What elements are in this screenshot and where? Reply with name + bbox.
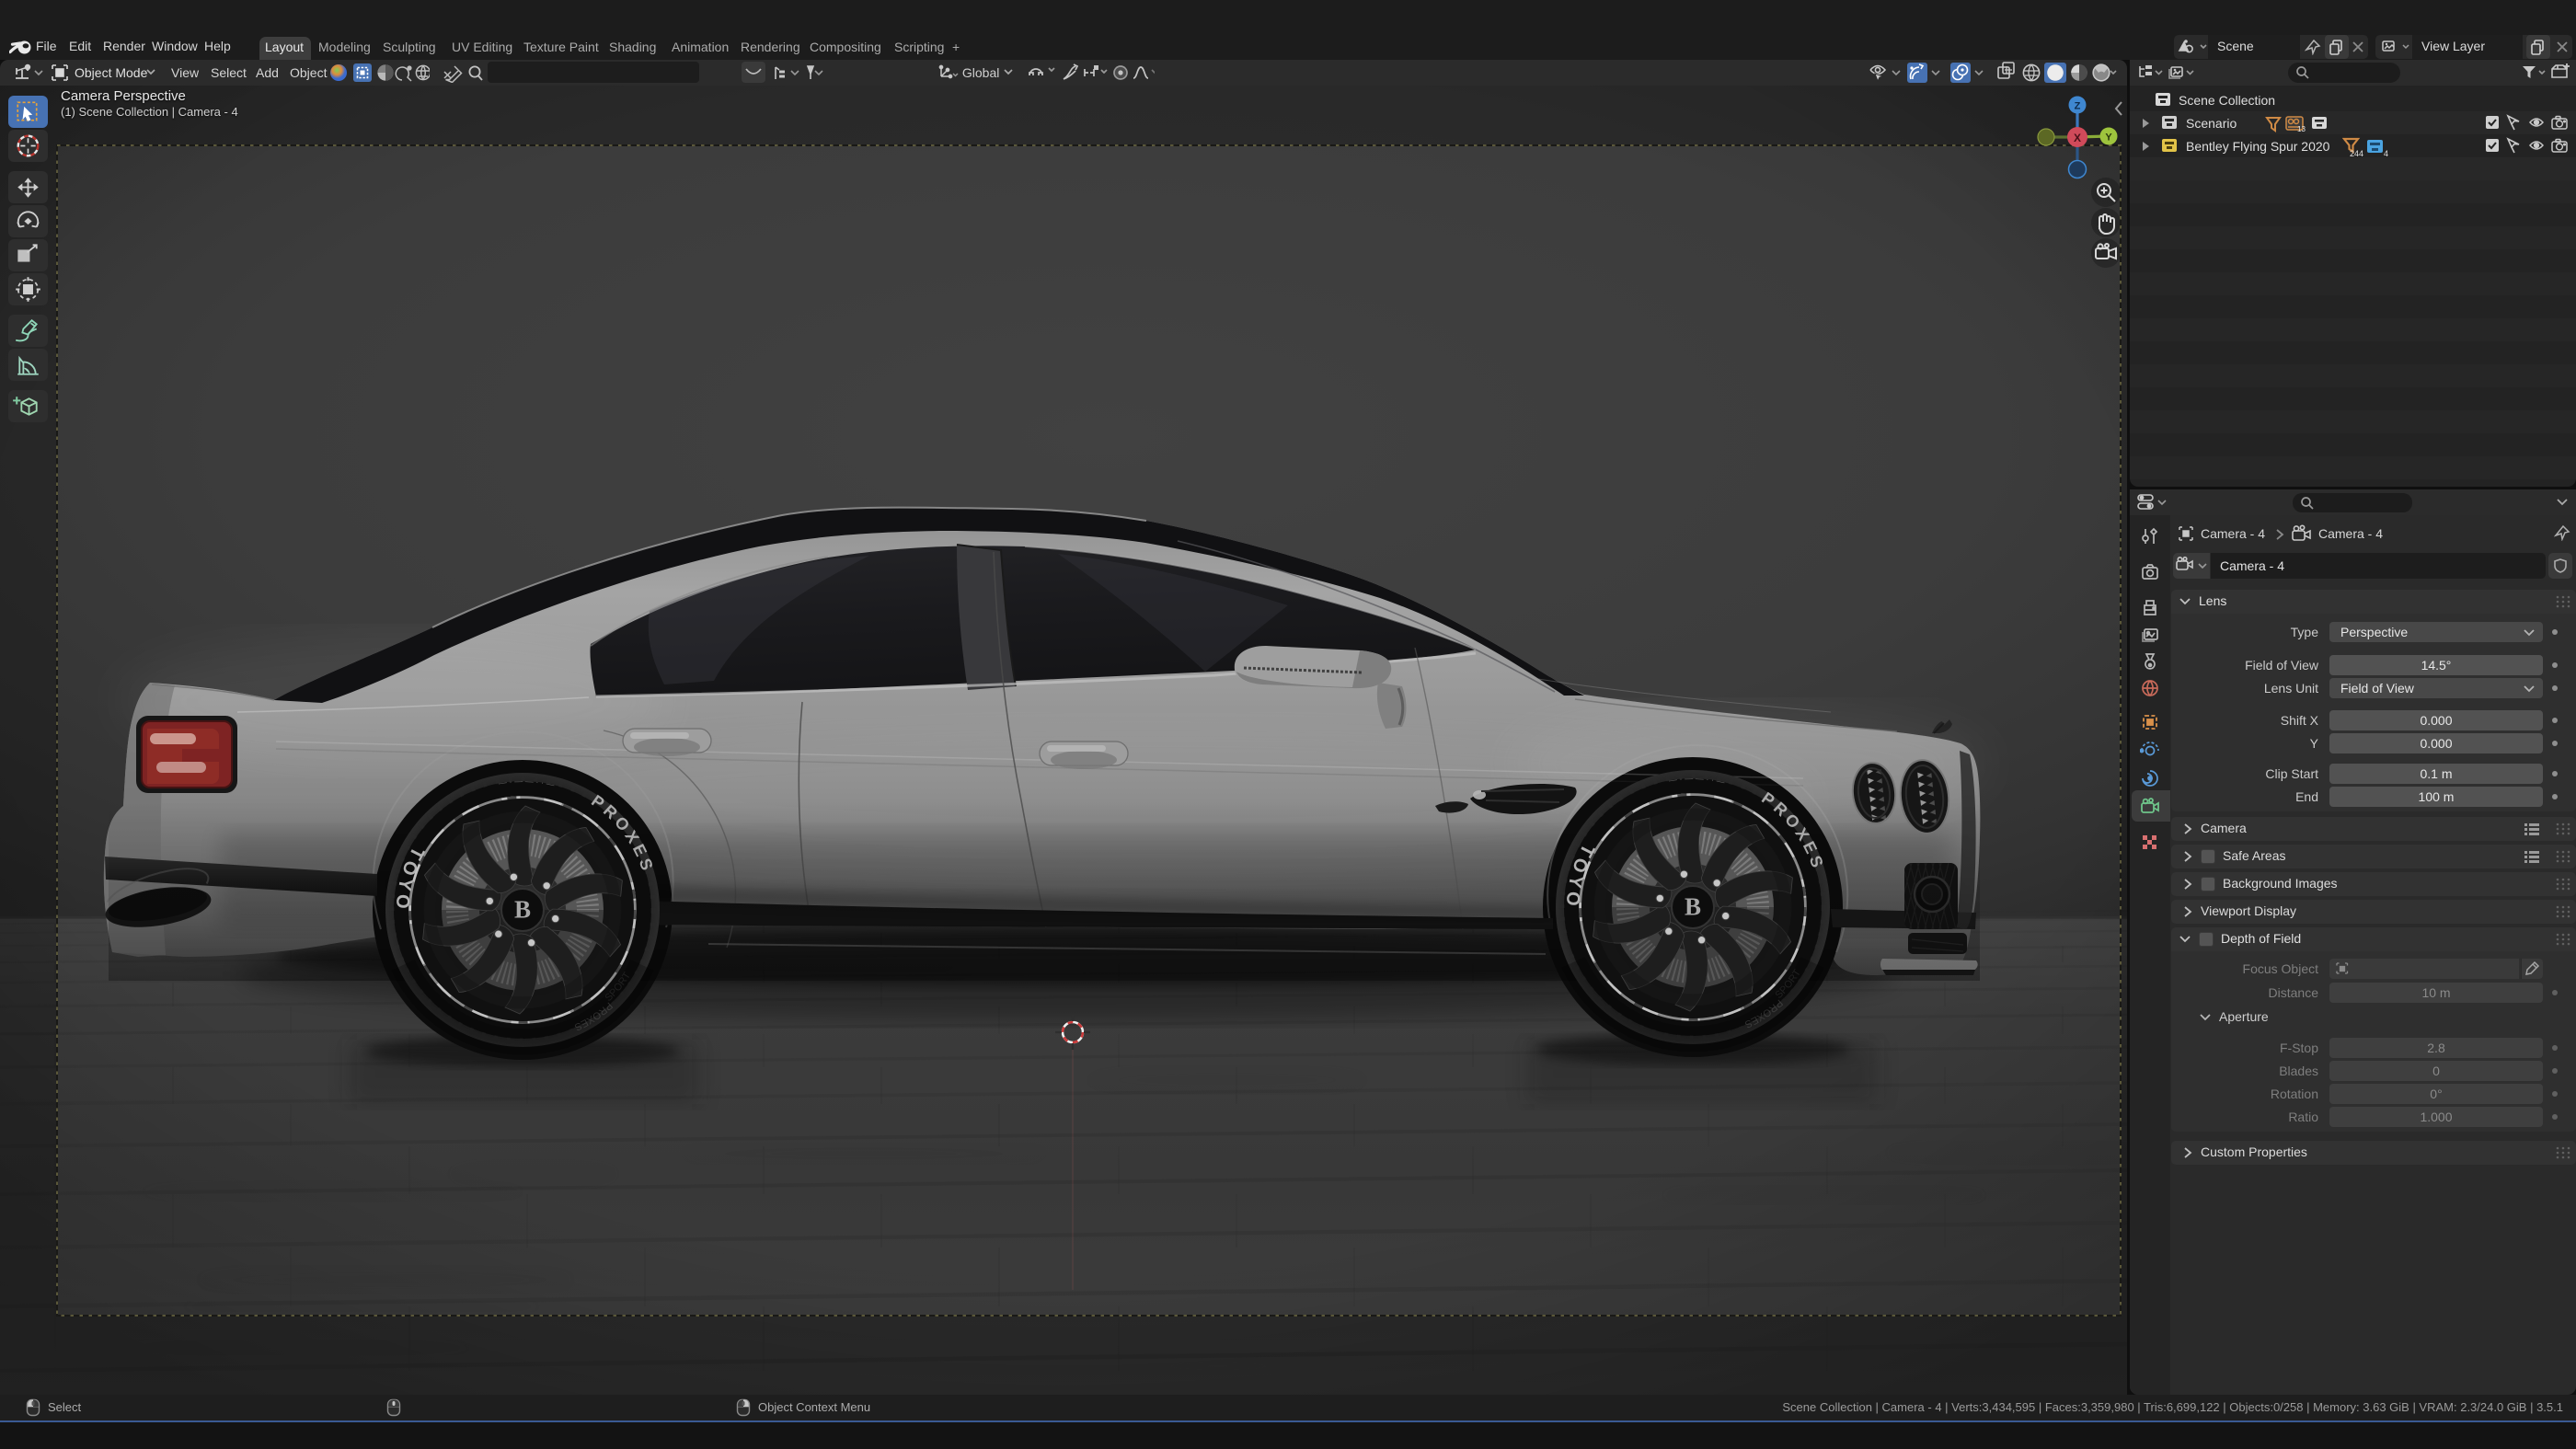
svg-text:X: X (2074, 132, 2081, 144)
svg-text:4: 4 (2384, 149, 2388, 158)
svg-text:Y: Y (2105, 132, 2112, 144)
svg-text:244: 244 (2350, 149, 2363, 158)
svg-text:Z: Z (2075, 101, 2081, 112)
svg-text:13: 13 (2297, 125, 2306, 133)
